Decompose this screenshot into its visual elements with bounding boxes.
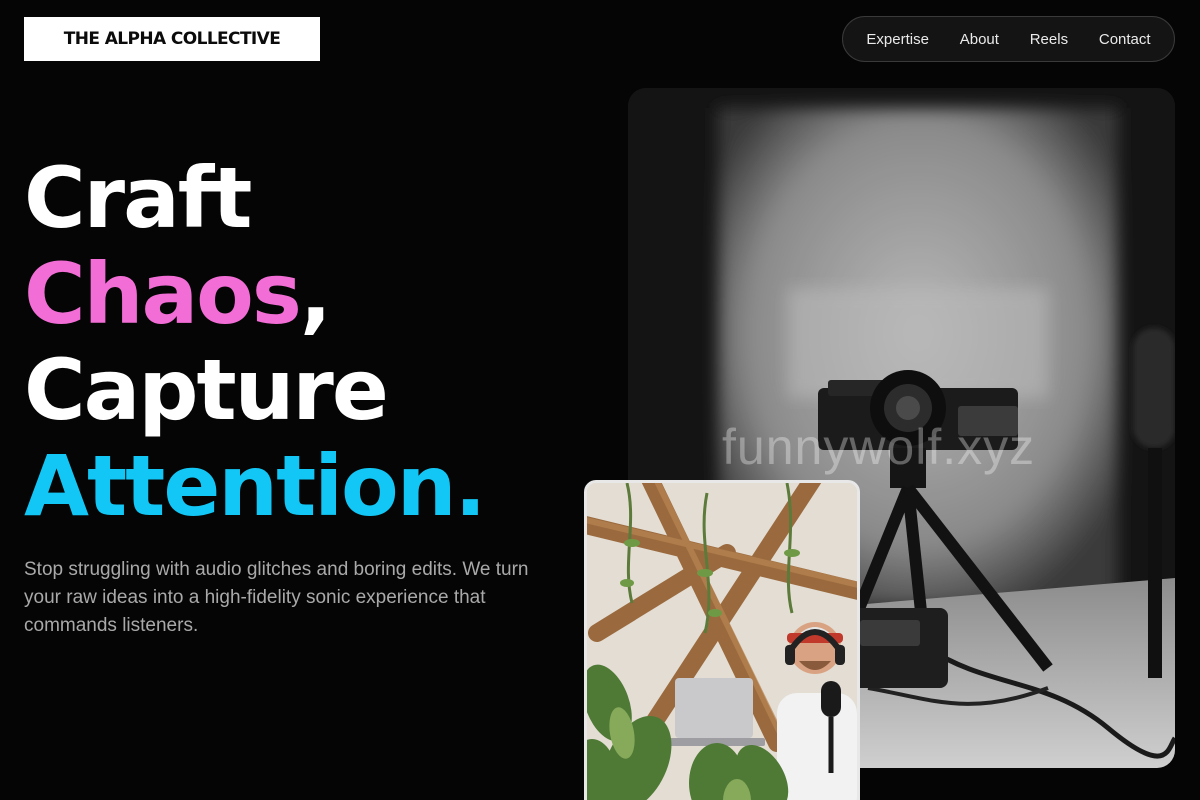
brand-logo-text: THE ALPHA COLLECTIVE	[63, 29, 281, 49]
nav-link-reels[interactable]: Reels	[1024, 27, 1074, 52]
headline-line-craft: Craft	[24, 149, 252, 247]
main-nav: Expertise About Reels Contact	[842, 16, 1175, 62]
podcaster-studio-image	[587, 483, 857, 800]
hero-headline: Craft Chaos, Capture Attention.	[24, 149, 486, 535]
hero-subtext: Stop struggling with audio glitches and …	[24, 559, 529, 636]
headline-word-chaos: Chaos	[24, 245, 302, 343]
brand-logo[interactable]: THE ALPHA COLLECTIVE	[24, 17, 320, 61]
nav-link-about[interactable]: About	[954, 27, 1005, 52]
nav-link-contact[interactable]: Contact	[1093, 27, 1157, 52]
headline-line-attention: Attention.	[24, 437, 486, 535]
headline-line-capture: Capture	[24, 341, 389, 439]
nav-link-expertise[interactable]: Expertise	[860, 27, 935, 52]
page: THE ALPHA COLLECTIVE Expertise About Ree…	[0, 0, 1200, 800]
reel-preview-card[interactable]	[584, 480, 860, 800]
headline-line-chaos: Chaos,	[24, 246, 484, 342]
headline-comma: ,	[299, 245, 332, 343]
